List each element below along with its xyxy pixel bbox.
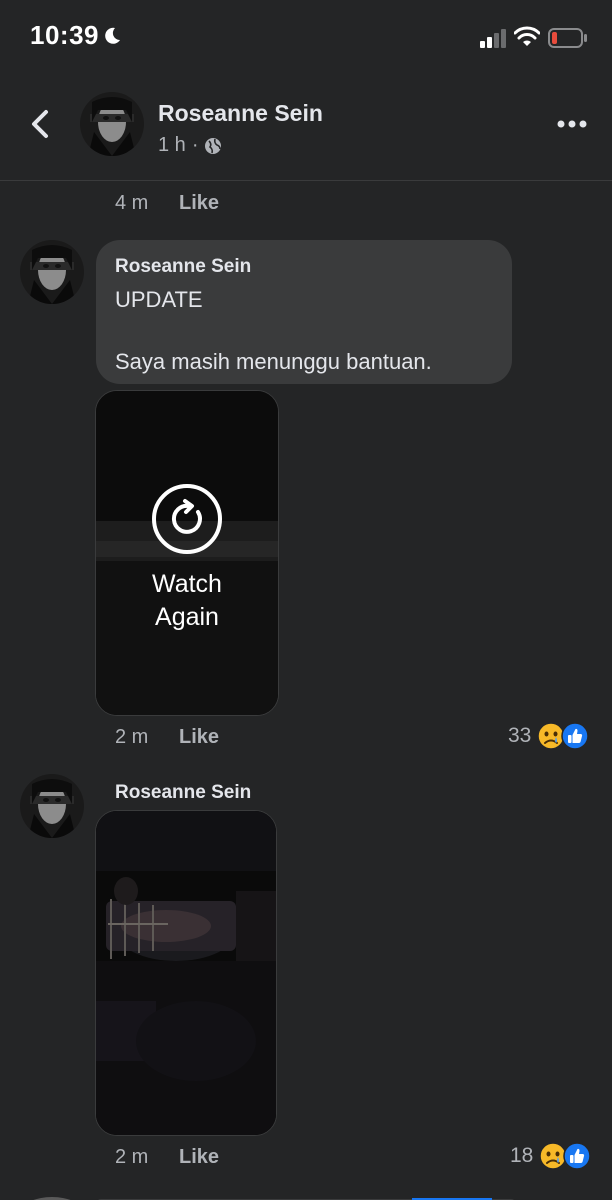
screen: 10:39 Roseanne Sein 1 h · 4 m Like Rosea… <box>0 0 612 1200</box>
avatar-image <box>20 240 84 304</box>
comment-time[interactable]: 2 m <box>115 1146 179 1169</box>
author-name[interactable]: Roseanne Sein <box>158 100 323 127</box>
like-button[interactable]: Like <box>179 192 219 215</box>
commenter-avatar[interactable] <box>20 774 84 838</box>
commenter-avatar[interactable] <box>20 240 84 304</box>
replay-icon <box>152 484 222 554</box>
reaction-count: 18 <box>510 1144 534 1167</box>
watch-again-overlay[interactable]: Watch Again <box>96 483 278 634</box>
comment-actions: 4 m Like <box>115 192 219 215</box>
wifi-icon <box>514 26 540 46</box>
comment-time[interactable]: 2 m <box>115 726 179 749</box>
partial-content <box>33 1197 514 1200</box>
moon-icon <box>105 27 120 44</box>
battery-icon <box>548 28 587 48</box>
more-options-button[interactable] <box>552 110 592 138</box>
video-thumbnail <box>96 811 276 1135</box>
comment-video[interactable] <box>95 810 277 1136</box>
like-button[interactable]: Like <box>179 726 219 749</box>
post-time[interactable]: 1 h <box>158 134 186 157</box>
like-button[interactable]: Like <box>179 1146 219 1169</box>
status-bar: 10:39 <box>0 0 612 80</box>
avatar-image <box>80 92 144 156</box>
reaction-summary[interactable]: 33 <box>508 722 590 750</box>
comment-time[interactable]: 4 m <box>115 192 179 215</box>
more-horizontal-icon <box>557 120 587 128</box>
comment-author[interactable]: Roseanne Sein <box>115 782 251 804</box>
back-button[interactable] <box>20 104 60 144</box>
comment-actions: 2 m Like <box>115 1146 219 1169</box>
reaction-summary[interactable]: 18 <box>510 1142 592 1170</box>
post-header: Roseanne Sein 1 h · <box>0 80 612 181</box>
comment-text: UPDATE Saya masih menunggu bantuan. <box>115 287 432 374</box>
watch-again-label: Watch Again <box>152 570 222 631</box>
chevron-left-icon <box>32 110 48 138</box>
comment-video[interactable]: Watch Again <box>95 390 279 716</box>
comment-author[interactable]: Roseanne Sein <box>115 256 251 278</box>
comment-actions: 2 m Like <box>115 726 219 749</box>
thumbs-up-icon <box>561 722 590 750</box>
globe-icon <box>205 137 222 154</box>
avatar-image <box>20 774 84 838</box>
post-meta: 1 h · <box>158 134 222 157</box>
meta-separator: · <box>191 134 199 156</box>
avatar[interactable] <box>80 92 144 156</box>
next-comment-partial <box>0 1190 612 1200</box>
status-time: 10:39 <box>30 20 99 50</box>
reaction-count: 33 <box>508 724 532 747</box>
comment-bubble[interactable]: Roseanne Sein UPDATE Saya masih menunggu… <box>96 240 512 384</box>
cellular-signal-icon <box>480 29 506 48</box>
thumbs-up-icon <box>563 1142 592 1170</box>
